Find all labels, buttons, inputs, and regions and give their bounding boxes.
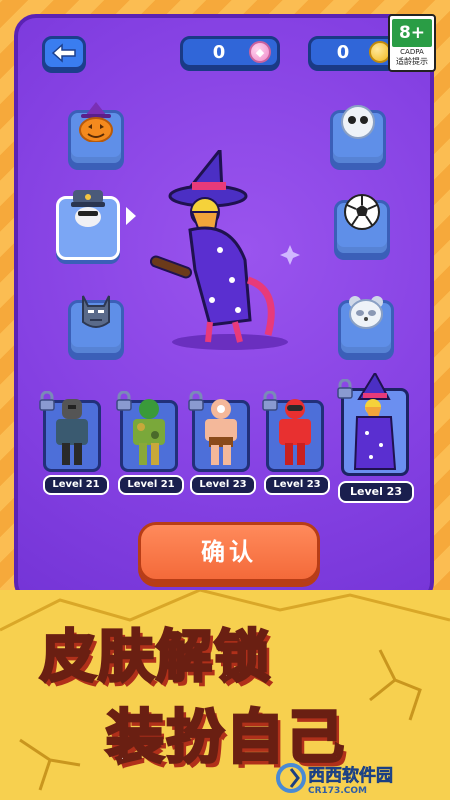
character-preview — [149, 145, 310, 350]
level-tag-wizard: Level 23 — [338, 481, 414, 503]
skin-slot-panda[interactable] — [338, 296, 394, 356]
age-rating-note: 适龄提示 — [396, 57, 428, 66]
back-arrow-icon — [51, 43, 76, 63]
character-card-wizard[interactable] — [337, 373, 409, 476]
level-tag-red-suit: Level 23 — [264, 475, 330, 495]
pumpkin-hat-icon — [75, 102, 117, 142]
skin-slot-ghost[interactable] — [330, 105, 386, 166]
panda-mask-icon — [345, 293, 387, 331]
character-card-wrestler[interactable] — [188, 391, 250, 472]
level-tag-wrestler: Level 23 — [190, 475, 256, 495]
character-card-camo[interactable] — [116, 391, 178, 472]
level-tag-knight: Level 21 — [43, 475, 109, 495]
wrestler-figure — [205, 399, 237, 465]
ghost-mask-icon — [337, 103, 379, 141]
level-tag-camo: Level 21 — [118, 475, 184, 495]
coin-counter[interactable]: 0 — [308, 36, 398, 68]
age-rating-org: CADPA — [400, 48, 424, 56]
character-card-red-suit[interactable] — [262, 391, 324, 472]
gem-icon: ◆ — [249, 41, 271, 63]
red-suit-figure — [279, 399, 311, 465]
gem-count: 0 — [212, 41, 226, 63]
confirm-button[interactable]: 确认 — [138, 522, 320, 582]
skin-slot-soccer[interactable] — [334, 194, 390, 256]
soccer-ball-icon — [341, 193, 383, 231]
watermark: 西西软件园 CR173.COM — [276, 760, 446, 796]
selection-pointer-icon — [126, 207, 136, 225]
camo-soldier-figure — [133, 399, 165, 465]
watermark-name: 西西软件园 — [308, 765, 394, 786]
coin-count: 0 — [336, 41, 350, 63]
police-hat-icon — [67, 189, 109, 227]
age-rating-number: 8+ — [392, 19, 432, 47]
skin-slot-pumpkin[interactable] — [68, 102, 124, 166]
wizard-figure — [353, 373, 397, 470]
watermark-logo-icon — [276, 763, 306, 793]
batman-mask-icon — [75, 293, 117, 331]
headline-line-1: 皮肤解锁 — [39, 624, 272, 692]
watermark-url: CR173.COM — [308, 785, 367, 796]
skin-slot-batman[interactable] — [68, 295, 124, 356]
skin-slot-police[interactable] — [56, 190, 120, 260]
character-card-knight[interactable] — [39, 391, 101, 472]
gem-counter[interactable]: 0 ◆ — [180, 36, 280, 68]
knight-figure — [56, 399, 88, 465]
age-rating-badge: 8+ CADPA 适龄提示 — [388, 14, 436, 72]
back-button[interactable] — [42, 36, 86, 70]
